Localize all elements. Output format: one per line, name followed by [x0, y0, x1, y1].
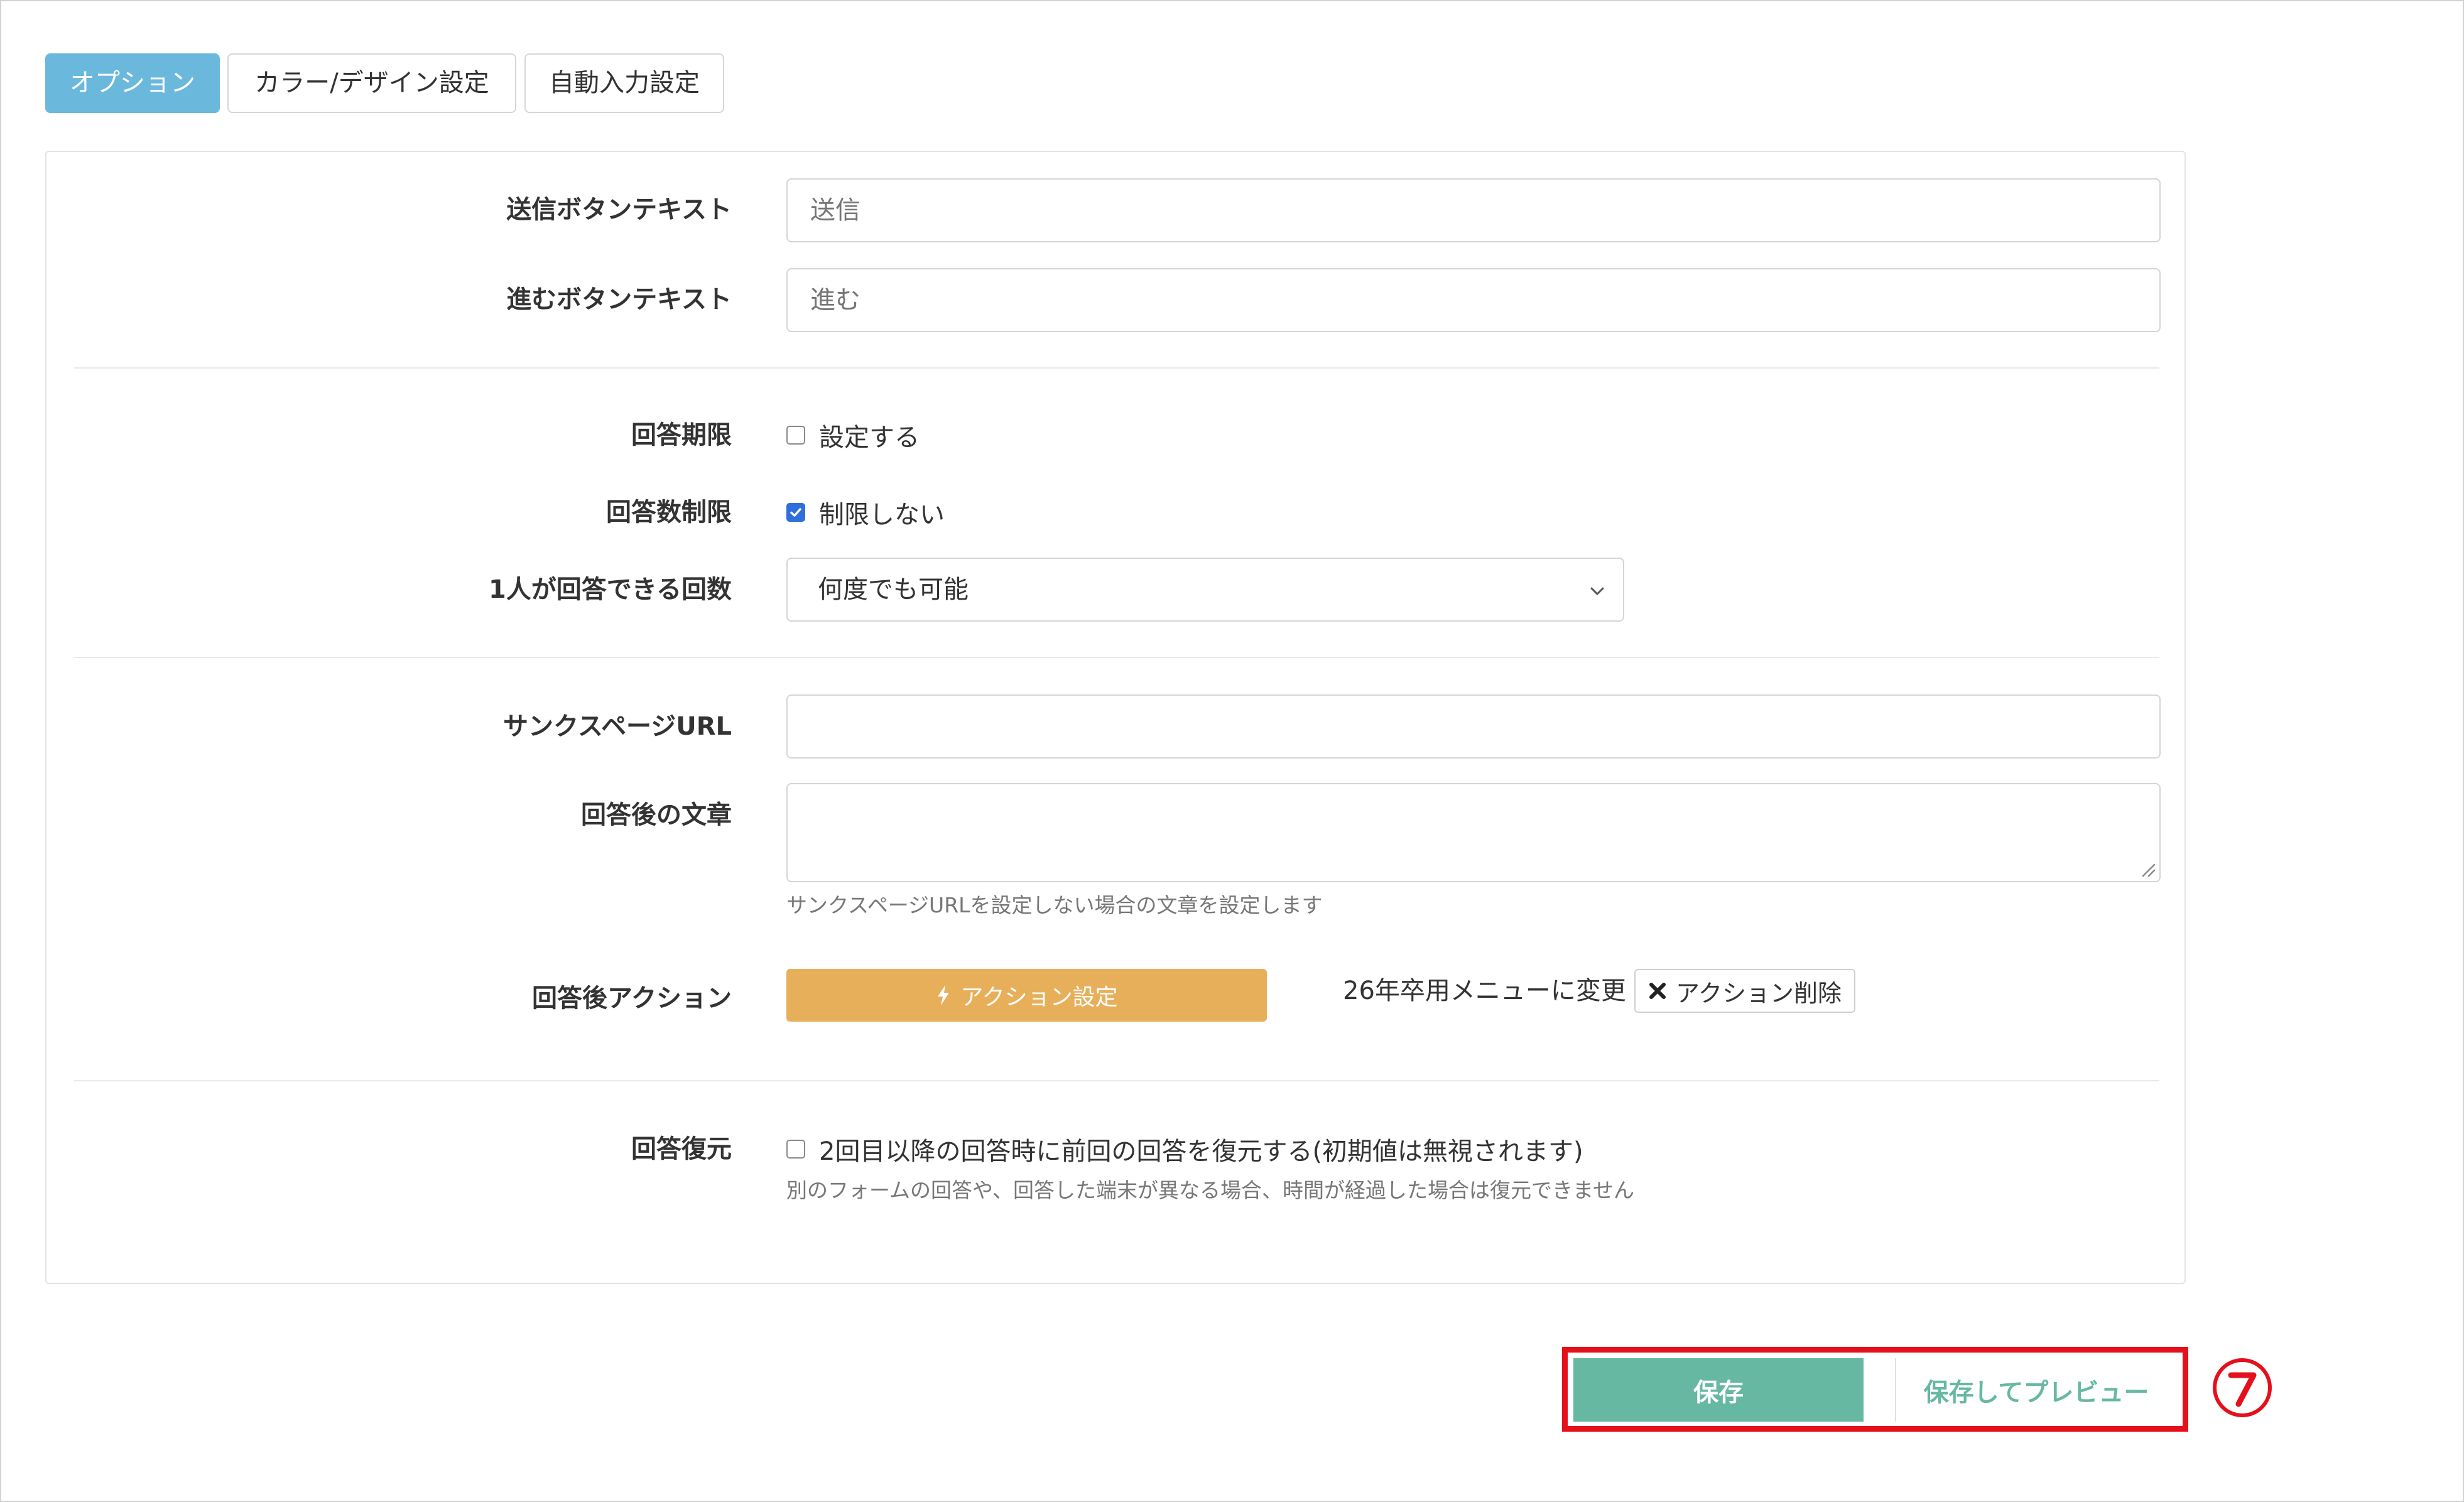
bolt-icon	[938, 985, 950, 1005]
deadline-checkbox-label: 設定する	[819, 423, 920, 452]
thanks-url-label: サンクスページURL	[503, 712, 732, 741]
next-text-label: 進むボタンテキスト	[506, 285, 732, 314]
per-person-selected-value: 何度でも可能	[818, 575, 969, 604]
per-person-select[interactable]: 何度でも可能	[786, 558, 1624, 622]
section-divider	[74, 1080, 2159, 1081]
tab-autofill[interactable]: 自動入力設定	[524, 53, 724, 113]
submit-text-label: 送信ボタンテキスト	[506, 195, 732, 224]
after-action-label: 回答後アクション	[532, 984, 732, 1013]
deadline-checkbox[interactable]	[786, 426, 805, 445]
step-marker-icon	[2213, 1358, 2272, 1417]
per-person-label: 1人が回答できる回数	[488, 575, 732, 604]
restore-checkbox-label: 2回目以降の回答時に前回の回答を復元する(初期値は無視されます)	[819, 1137, 1583, 1166]
section-divider	[74, 367, 2159, 369]
tab-options[interactable]: オプション	[45, 53, 220, 113]
delete-action-button-label: アクション削除	[1675, 979, 1842, 1007]
restore-checkbox[interactable]	[786, 1140, 805, 1159]
limit-label: 回答数制限	[606, 498, 732, 527]
delete-action-button[interactable]: アクション削除	[1634, 969, 1855, 1013]
thanks-url-input[interactable]	[786, 694, 2161, 759]
resize-handle-icon[interactable]	[2139, 861, 2156, 877]
submit-text-input[interactable]	[786, 178, 2161, 242]
restore-help: 別のフォームの回答や、回答した端末が異なる場合、時間が経過した場合は復元できませ…	[786, 1178, 1635, 1202]
save-button[interactable]: 保存	[1573, 1358, 1864, 1422]
limit-checkbox-label: 制限しない	[819, 500, 945, 529]
limit-checkbox-row[interactable]: 制限しない	[786, 494, 945, 531]
deadline-label: 回答期限	[631, 421, 732, 450]
checkmark-icon	[790, 508, 801, 517]
restore-label: 回答復元	[631, 1135, 732, 1164]
limit-checkbox[interactable]	[786, 503, 805, 522]
close-icon	[1649, 983, 1666, 999]
action-settings-button-label: アクション設定	[960, 985, 1118, 1010]
after-text-help: サンクスページURLを設定しない場合の文章を設定します	[786, 893, 1323, 917]
action-settings-button[interactable]: アクション設定	[786, 969, 1267, 1022]
action-target-text: 26年卒用メニューに変更	[1343, 976, 1626, 1005]
restore-checkbox-row[interactable]: 2回目以降の回答時に前回の回答を復元する(初期値は無視されます)	[786, 1130, 1583, 1168]
save-and-preview-button[interactable]: 保存してプレビュー	[1895, 1358, 2176, 1422]
deadline-checkbox-row[interactable]: 設定する	[786, 416, 920, 454]
tab-color-design[interactable]: カラー/デザイン設定	[227, 53, 516, 113]
chevron-down-icon	[1590, 587, 1604, 595]
section-divider	[74, 657, 2159, 658]
after-text-textarea[interactable]	[786, 783, 2161, 882]
after-text-label: 回答後の文章	[581, 801, 732, 829]
next-text-input[interactable]	[786, 268, 2161, 332]
